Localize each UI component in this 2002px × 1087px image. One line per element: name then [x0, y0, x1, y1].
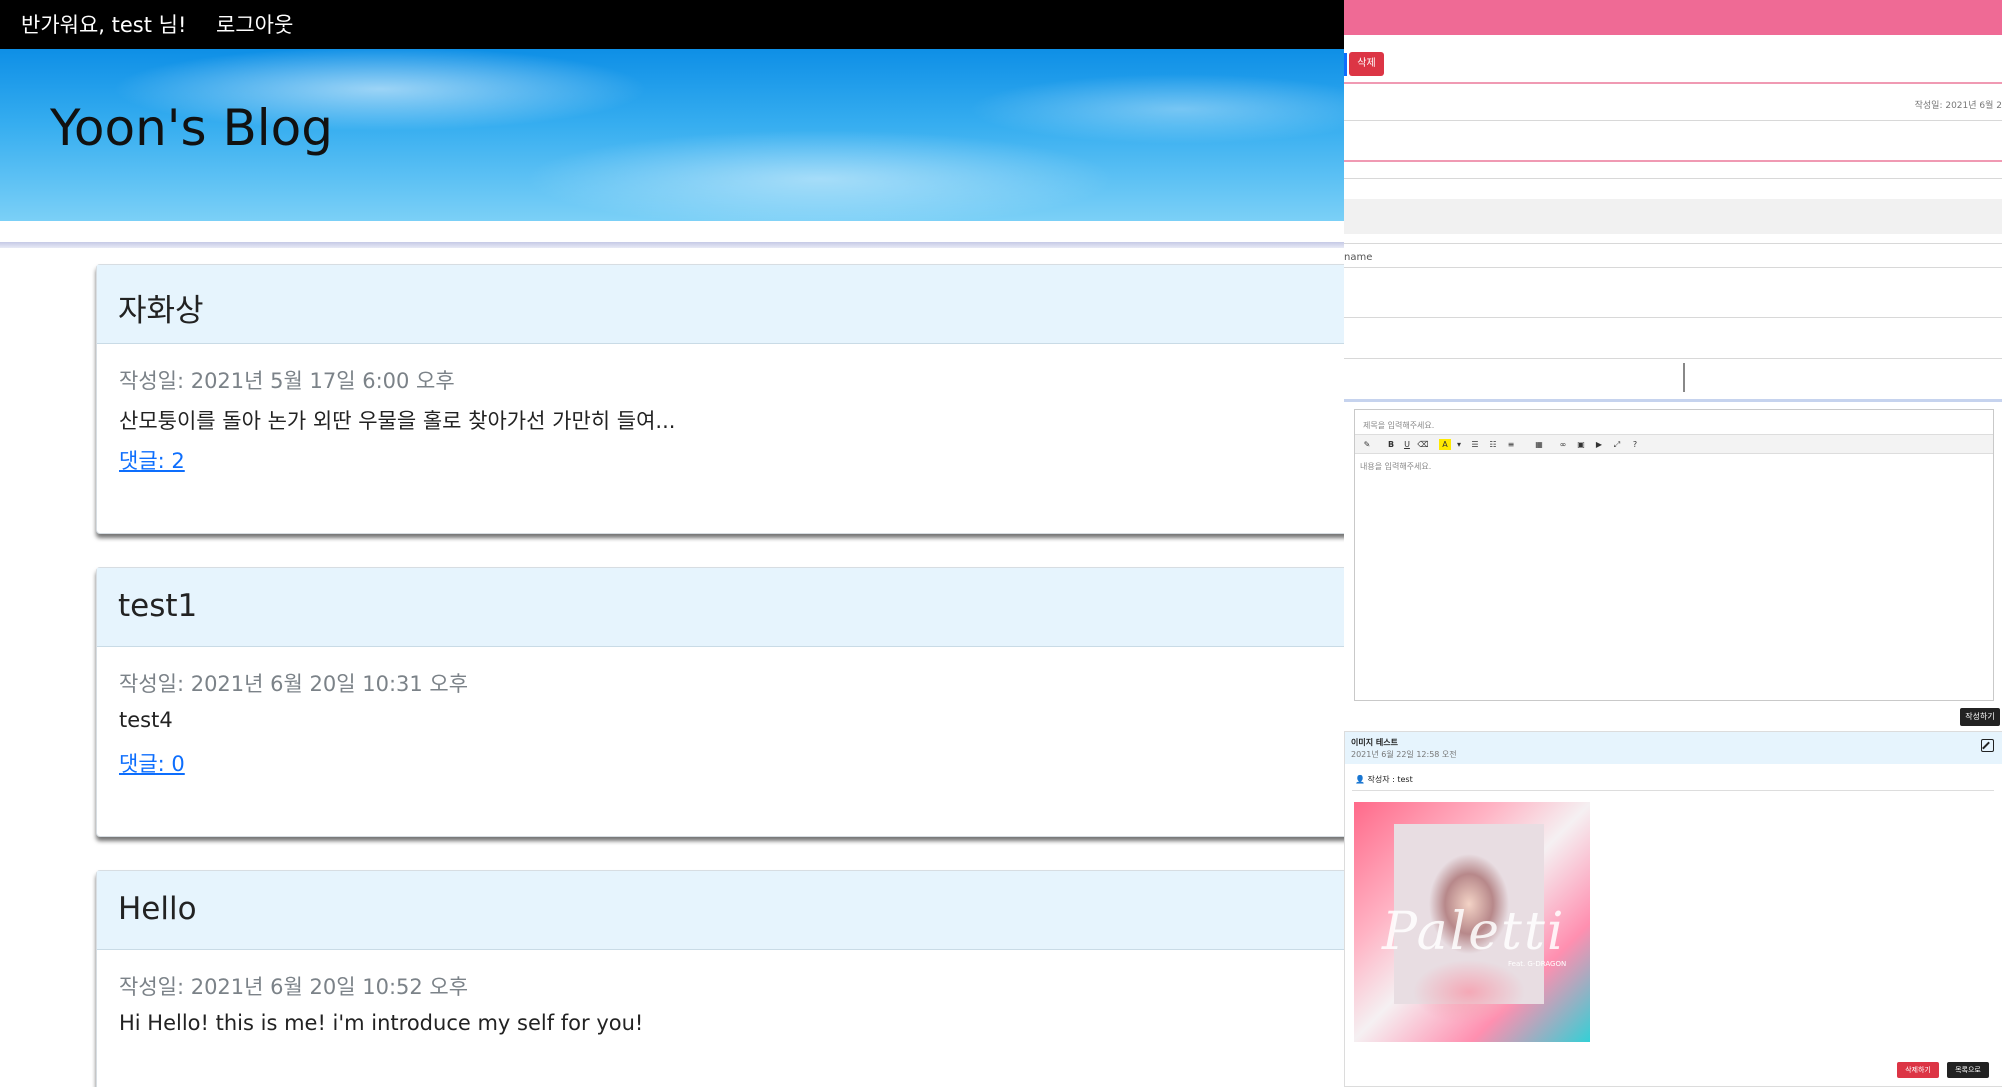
delete-post-button[interactable]: 삭제하기 — [1897, 1062, 1939, 1078]
blog-title: Yoon's Blog — [50, 99, 333, 157]
author-label: 작성자 : test — [1367, 775, 1413, 784]
comment-count-link[interactable]: 댓글: 2 — [119, 445, 185, 475]
magic-wand-icon[interactable]: ✎ — [1361, 439, 1373, 450]
post-date: 작성일: 2021년 6월 20일 10:52 오후 — [119, 975, 469, 999]
post-excerpt: Hi Hello! this is me! i'm introduce my s… — [119, 1011, 644, 1035]
logout-link[interactable]: 로그아웃 — [216, 9, 293, 39]
post-date-fragment: 작성일: 2021년 6월 2 — [1914, 101, 2002, 111]
ordered-list-icon[interactable]: ☷ — [1487, 439, 1499, 450]
divider — [1344, 120, 2002, 121]
chevron-down-icon[interactable]: ▾ — [1453, 439, 1465, 450]
person-icon: 👤 — [1355, 775, 1365, 784]
help-icon[interactable]: ? — [1629, 439, 1641, 450]
section-divider — [1344, 399, 2002, 402]
screenshot: 반가워요, test 님! 로그아웃 Yoon's Blog 자화상 작성일: … — [0, 0, 2002, 1087]
post-card[interactable]: test1 작성일: 2021년 6월 20일 10:31 오후 test4 댓… — [96, 567, 1344, 837]
post-detail-card: 이미지 테스트 2021년 6월 22일 12:58 오전 👤 작성자 : te… — [1344, 731, 2002, 1087]
fullscreen-icon[interactable]: ⤢ — [1611, 439, 1623, 450]
divider — [1344, 317, 2002, 318]
underline-icon[interactable]: U — [1401, 439, 1413, 450]
post-excerpt: 산모퉁이를 돌아 논가 외딴 우물을 홀로 찾아가선 가만히 들여... — [119, 409, 676, 433]
album-script-text: Paletti — [1382, 902, 1566, 962]
divider — [1344, 358, 2002, 359]
divider — [1344, 267, 2002, 268]
post-detail-date: 2021년 6월 22일 12:58 오전 — [1351, 750, 1457, 759]
title-input[interactable]: 제목을 입력해주세요. — [1361, 418, 1987, 435]
post-editor-window: 삭제 작성일: 2021년 6월 2 name 제목을 입력해주세요. ✎ B … — [1344, 0, 2002, 1087]
font-color-icon[interactable]: A — [1439, 439, 1451, 450]
content-textarea[interactable]: 내용을 입력해주세요. — [1360, 461, 1431, 472]
post-card[interactable]: 자화상 작성일: 2021년 5월 17일 6:00 오후 산모퉁이를 돌아 논… — [96, 264, 1344, 534]
bold-icon[interactable]: B — [1385, 439, 1397, 450]
post-author: 👤 작성자 : test — [1355, 774, 1413, 785]
hero-divider — [0, 242, 1344, 248]
post-title[interactable]: 자화상 — [118, 285, 204, 330]
eraser-icon[interactable]: ⌫ — [1417, 439, 1429, 450]
post-card-header: Hello — [97, 871, 1344, 950]
text-cursor — [1683, 363, 1685, 392]
post-date: 작성일: 2021년 6월 20일 10:31 오후 — [119, 672, 469, 696]
blue-button-edge[interactable] — [1344, 53, 1347, 76]
gray-row — [1344, 199, 2002, 234]
comment-count-link[interactable]: 댓글: 0 — [119, 748, 185, 778]
bullet-list-icon[interactable]: ☰ — [1469, 439, 1481, 450]
blog-list-window: 반가워요, test 님! 로그아웃 Yoon's Blog 자화상 작성일: … — [0, 0, 1344, 1087]
name-label: name — [1344, 252, 1373, 263]
editor-toolbar: ✎ B U ⌫ A ▾ ☰ ☷ ≡ ▦ ∞ ▣ ▶ ⤢ ? — [1355, 434, 1993, 454]
post-detail-title: 이미지 테스트 — [1351, 738, 1398, 747]
post-card-header: test1 — [97, 568, 1344, 647]
image-icon[interactable]: ▣ — [1575, 439, 1587, 450]
align-icon[interactable]: ≡ — [1505, 439, 1517, 450]
post-card-header: 자화상 — [97, 265, 1344, 344]
greeting-text: 반가워요, test 님! — [21, 13, 187, 37]
divider — [1344, 178, 2002, 179]
divider — [1352, 790, 1994, 791]
divider — [1344, 160, 2002, 162]
top-navbar: 반가워요, test 님! 로그아웃 — [0, 0, 1344, 49]
table-icon[interactable]: ▦ — [1533, 439, 1545, 450]
rich-text-editor[interactable]: 제목을 입력해주세요. ✎ B U ⌫ A ▾ ☰ ☷ ≡ ▦ ∞ ▣ ▶ ⤢ … — [1354, 409, 1994, 701]
post-title[interactable]: Hello — [118, 891, 197, 927]
link-icon[interactable]: ∞ — [1557, 439, 1569, 450]
divider — [1344, 243, 2002, 244]
post-detail-header: 이미지 테스트 2021년 6월 22일 12:58 오전 — [1345, 732, 2002, 764]
delete-button[interactable]: 삭제 — [1349, 52, 1384, 76]
video-icon[interactable]: ▶ — [1593, 439, 1605, 450]
post-title[interactable]: test1 — [118, 588, 197, 624]
divider — [1344, 82, 2002, 84]
edit-icon[interactable] — [1981, 739, 1994, 752]
pink-header-bar — [1344, 0, 2002, 35]
post-excerpt: test4 — [119, 708, 173, 732]
post-date: 작성일: 2021년 5월 17일 6:00 오후 — [119, 369, 455, 393]
hero-banner: Yoon's Blog — [0, 49, 1344, 221]
submit-button[interactable]: 작성하기 — [1960, 708, 2000, 726]
back-to-list-button[interactable]: 목록으로 — [1947, 1062, 1989, 1078]
album-feat-text: Feat. G-DRAGON — [1508, 960, 1567, 968]
post-card[interactable]: Hello 작성일: 2021년 6월 20일 10:52 오후 Hi Hell… — [96, 870, 1344, 1087]
album-cover-image: Paletti Feat. G-DRAGON — [1354, 802, 1590, 1042]
